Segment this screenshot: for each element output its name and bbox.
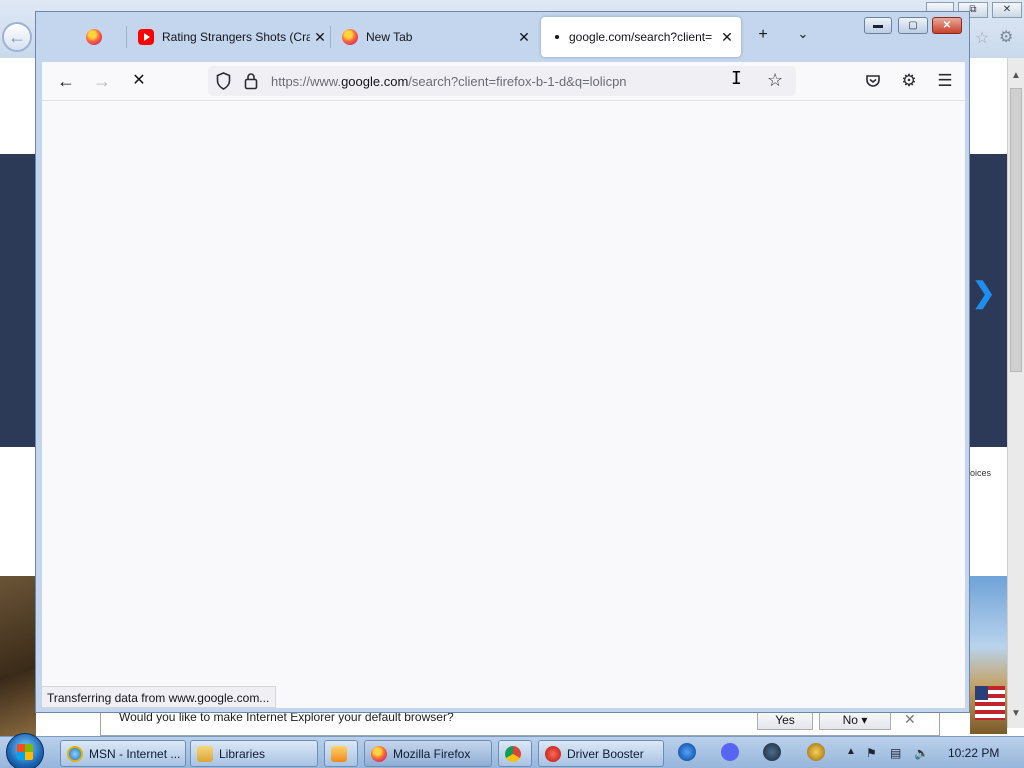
url-host: google.com: [341, 74, 409, 89]
tab-separator: [126, 26, 127, 48]
hamburger-menu-icon[interactable]: ☰: [934, 70, 956, 92]
tray-app-icon[interactable]: [807, 743, 825, 761]
folder-icon: [197, 745, 213, 762]
close-window-button[interactable]: ✕: [932, 17, 962, 34]
tab-firefox-pinned[interactable]: [86, 17, 126, 57]
driver-booster-icon: [545, 745, 561, 762]
firefox-icon: [342, 29, 358, 45]
scroll-up-icon[interactable]: ▲: [1011, 70, 1021, 81]
notification-no-label: No: [842, 713, 858, 727]
steam-icon[interactable]: [763, 743, 781, 761]
url-prefix: https://www.: [271, 74, 342, 89]
lock-icon[interactable]: [244, 72, 258, 90]
taskbar-item-media-player[interactable]: [324, 740, 358, 767]
youtube-icon: [138, 29, 154, 45]
close-tab-icon[interactable]: ✕: [312, 29, 328, 46]
firefox-window: Rating Strangers Shots (Cra ✕ New Tab ✕ …: [35, 11, 970, 713]
show-hidden-icons-icon[interactable]: ▲: [846, 746, 856, 757]
ccleaner-icon[interactable]: [678, 743, 696, 761]
ie-chevron-icon: ❯: [972, 277, 996, 308]
ie-scrollbar[interactable]: ▲ ▼: [1007, 58, 1024, 728]
network-icon[interactable]: ▤: [890, 746, 901, 760]
windows-logo-icon: [17, 744, 33, 760]
tab-title: google.com/search?client=: [569, 30, 713, 44]
ie-page-image-left: [0, 576, 36, 736]
address-bar[interactable]: https://www.google.com/search?client=fir…: [208, 66, 796, 96]
extensions-puzzle-icon[interactable]: ⚙: [898, 70, 920, 92]
ie-scrollbar-thumb[interactable]: [1010, 88, 1022, 372]
tracking-protection-shield-icon[interactable]: [216, 72, 231, 90]
tab-title: Rating Strangers Shots (Cra: [162, 30, 310, 44]
stop-loading-icon[interactable]: ✕: [127, 70, 151, 92]
text-cursor-icon: I: [731, 68, 742, 89]
taskbar-item-label: Libraries: [219, 746, 266, 761]
chrome-icon: [505, 745, 521, 762]
list-all-tabs-chevron-icon[interactable]: ⌄: [792, 26, 814, 42]
tab-youtube[interactable]: Rating Strangers Shots (Cra ✕: [138, 17, 328, 57]
start-button[interactable]: [6, 733, 44, 768]
notification-yes-button[interactable]: Yes: [757, 710, 813, 730]
new-tab-plus-icon[interactable]: +: [752, 26, 774, 44]
close-tab-icon[interactable]: ✕: [516, 29, 532, 46]
scroll-down-icon[interactable]: ▼: [1011, 708, 1021, 719]
ie-gear-icon[interactable]: ⚙: [999, 27, 1013, 47]
tab-loading-indicator: [555, 35, 559, 39]
status-panel: Transferring data from www.google.com...: [42, 686, 277, 708]
taskbar-item-label: Mozilla Firefox: [393, 746, 471, 761]
taskbar-item-label: MSN - Internet ...: [89, 746, 181, 761]
back-arrow-icon[interactable]: ←: [54, 70, 78, 92]
taskbar-item-chrome[interactable]: [498, 740, 532, 767]
tab-strip: Rating Strangers Shots (Cra ✕ New Tab ✕ …: [42, 12, 965, 62]
minimize-button[interactable]: ▬: [864, 17, 892, 34]
discord-icon[interactable]: [721, 743, 739, 761]
notification-close-icon[interactable]: ✕: [904, 711, 916, 728]
bookmark-star-icon[interactable]: ☆: [767, 70, 783, 91]
url-path: /search?client=firefox-b-1-d&q=lolicpn: [408, 74, 627, 89]
tab-title: New Tab: [366, 30, 413, 44]
forward-arrow-icon[interactable]: →: [90, 70, 114, 92]
firefox-icon: [371, 745, 387, 762]
media-player-icon: [331, 745, 347, 762]
notification-no-button[interactable]: No ▾: [819, 710, 891, 730]
pocket-icon[interactable]: [862, 70, 884, 92]
taskbar-item-firefox[interactable]: Mozilla Firefox: [364, 740, 492, 767]
ie-favorites-star-icon[interactable]: ☆: [975, 28, 989, 48]
close-tab-icon[interactable]: ✕: [719, 29, 735, 46]
volume-muted-icon[interactable]: 🔈: [914, 746, 929, 760]
page-content: [42, 100, 965, 708]
taskbar-item-libraries[interactable]: Libraries: [190, 740, 318, 767]
tab-google-search[interactable]: google.com/search?client= ✕: [541, 17, 741, 57]
tab-new-tab[interactable]: New Tab ✕: [342, 17, 532, 57]
maximize-button[interactable]: ▢: [898, 17, 928, 34]
url-text[interactable]: https://www.google.com/search?client=fir…: [271, 74, 627, 89]
taskbar-clock[interactable]: 10:22 PM: [948, 746, 999, 760]
taskbar-item-internet-explorer[interactable]: MSN - Internet ...: [60, 740, 186, 767]
tab-separator: [330, 26, 331, 48]
taskbar-item-driver-booster[interactable]: Driver Booster: [538, 740, 664, 767]
windows-taskbar: MSN - Internet ... Libraries Mozilla Fir…: [0, 733, 1024, 768]
ie-close-button[interactable]: ✕: [992, 2, 1022, 18]
internet-explorer-icon: [67, 745, 83, 762]
navigation-toolbar: ← → ✕ https://www.google.com/search?clie…: [42, 62, 965, 100]
firefox-icon: [86, 29, 102, 45]
american-flag-image: [975, 686, 1005, 720]
ie-page-text-fragment: oices: [970, 468, 992, 478]
ie-back-icon[interactable]: ←: [2, 22, 32, 52]
action-center-flag-icon[interactable]: ⚑: [866, 746, 877, 760]
taskbar-item-label: Driver Booster: [567, 746, 644, 761]
